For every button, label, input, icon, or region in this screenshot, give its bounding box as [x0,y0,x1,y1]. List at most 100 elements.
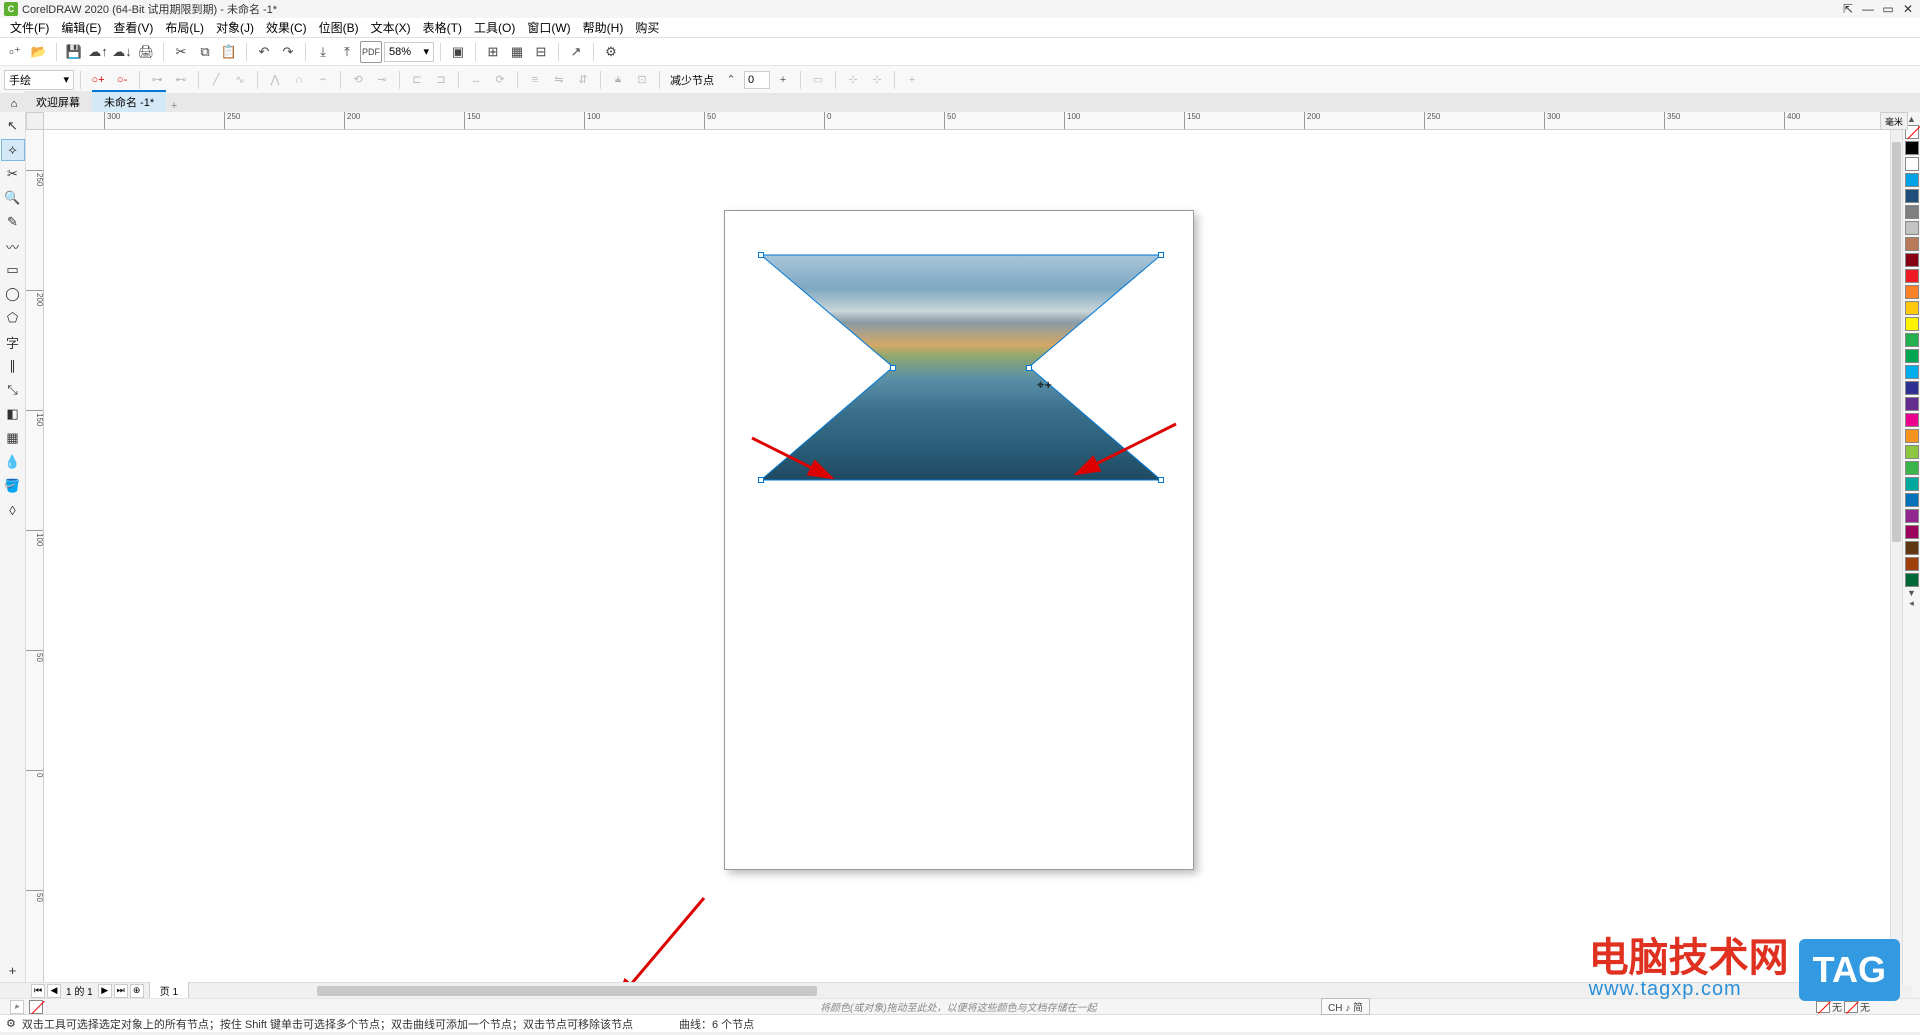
node-handle[interactable] [890,365,896,371]
parallel-dim-tool[interactable]: ∥ [1,355,25,377]
menu-layout[interactable]: 布局(L) [159,17,210,38]
menu-window[interactable]: 窗口(W) [521,17,576,38]
color-swatch[interactable] [1905,541,1919,555]
smooth-node-icon[interactable]: ∩ [288,69,310,91]
text-tool[interactable]: 字 [1,331,25,353]
palette-expand-icon[interactable]: ◂ [1905,598,1919,608]
node-handle[interactable] [1026,365,1032,371]
hscroll-thumb[interactable] [317,986,817,996]
color-swatch[interactable] [1905,573,1919,587]
color-swatch[interactable] [1905,237,1919,251]
horizontal-ruler[interactable]: 300 250 200 150 100 50 0 50 100 150 200 … [44,112,1890,130]
close-curve-icon[interactable]: ⊐ [430,69,452,91]
color-swatch[interactable] [1905,381,1919,395]
node-handle[interactable] [758,252,764,258]
status-gear-icon[interactable]: ⚙ [6,1017,16,1030]
nav-first-icon[interactable]: ⏮ [31,984,45,998]
ruler-origin[interactable] [26,112,44,130]
color-swatch[interactable] [1905,349,1919,363]
pdf-export-icon[interactable]: PDF [360,41,382,63]
node-handle[interactable] [1158,252,1164,258]
color-swatch[interactable] [1905,141,1919,155]
nav-last-icon[interactable]: ⏭ [114,984,128,998]
polygon-tool[interactable]: ⬠ [1,307,25,329]
export-button[interactable]: ⤒ [336,41,358,63]
menu-edit[interactable]: 编辑(E) [55,17,107,38]
drop-shadow-tool[interactable]: ◧ [1,403,25,425]
color-swatch[interactable] [1905,157,1919,171]
cut-button[interactable]: ✂ [170,41,192,63]
grid-icon[interactable]: ▦ [506,41,528,63]
artistic-media-tool[interactable]: 〰 [1,235,25,257]
color-swatch[interactable] [1905,413,1919,427]
break-node-icon[interactable]: ⊷ [170,69,192,91]
cloud-down-icon[interactable]: ☁↓ [111,41,133,63]
color-swatch[interactable] [1905,301,1919,315]
color-swatch[interactable] [1905,221,1919,235]
fill-tool[interactable]: 🪣 [1,475,25,497]
color-swatch[interactable] [1905,509,1919,523]
open-button[interactable]: 📂 [28,41,50,63]
outline-tool[interactable]: ◊ [1,499,25,521]
color-swatch[interactable] [1905,429,1919,443]
reflect-v-icon[interactable]: ⇵ [572,69,594,91]
elastic-mode-icon[interactable]: ⫨ [607,69,629,91]
menu-bitmap[interactable]: 位图(B) [313,17,365,38]
pick-tool[interactable]: ↖ [1,115,25,137]
scrollbar-thumb[interactable] [1892,142,1901,542]
color-swatch[interactable] [1905,365,1919,379]
zoom-dropdown[interactable]: 58%▾ [384,42,434,62]
add-node-icon[interactable]: ○+ [87,69,109,91]
home-tab[interactable]: ⌂ [4,95,24,112]
symmetric-node-icon[interactable]: ⌢ [312,69,334,91]
add-tab-button[interactable]: + [166,100,182,112]
rotate-nodes-icon[interactable]: ⟳ [489,69,511,91]
maximize-button[interactable]: ▭ [1880,2,1896,16]
node-handle[interactable] [1158,477,1164,483]
launch-icon[interactable]: ↗ [565,41,587,63]
close-button[interactable]: ✕ [1900,2,1916,16]
smoothness-input[interactable] [744,71,770,89]
redo-button[interactable]: ↷ [277,41,299,63]
color-swatch[interactable] [1905,557,1919,571]
curve-smoothness-icon[interactable]: ⌃ [720,69,742,91]
join-nodes-icon[interactable]: ⊶ [146,69,168,91]
color-swatch[interactable] [1905,333,1919,347]
color-swatch[interactable] [1905,205,1919,219]
menu-tools[interactable]: 工具(O) [468,17,521,38]
share-icon[interactable]: ⇱ [1840,2,1856,16]
print-button[interactable]: 🖨 [135,41,157,63]
color-swatch[interactable] [1905,189,1919,203]
reverse-icon[interactable]: ⟲ [347,69,369,91]
to-curve-icon[interactable]: ∿ [229,69,251,91]
color-swatch[interactable] [1905,477,1919,491]
align-nodes-icon[interactable]: ≡ [524,69,546,91]
menu-view[interactable]: 查看(V) [107,17,159,38]
fill-swatch-icon[interactable] [1816,1001,1830,1013]
ellipse-tool[interactable]: ◯ [1,283,25,305]
freehand-mode-dropdown[interactable]: 手绘▾ [4,70,74,90]
color-swatch[interactable] [1905,173,1919,187]
docpal-none-swatch[interactable] [29,1000,43,1014]
menu-effect[interactable]: 效果(C) [260,17,313,38]
horizontal-scrollbar[interactable] [197,985,1912,997]
import-button[interactable]: ⤓ [312,41,334,63]
vertical-ruler[interactable]: 250 200 150 100 50 0 50 [26,130,44,982]
welcome-tab[interactable]: 欢迎屏幕 [24,91,92,112]
menu-text[interactable]: 文本(X) [365,17,417,38]
shape-tool[interactable]: ⟡ [1,139,25,161]
color-swatch[interactable] [1905,525,1919,539]
options3-icon[interactable]: ⊹ [866,69,888,91]
reflect-h-icon[interactable]: ⇋ [548,69,570,91]
quick-customize-icon[interactable]: + [1,959,25,981]
node-handle[interactable] [758,477,764,483]
rectangle-tool[interactable]: ▭ [1,259,25,281]
palette-down-icon[interactable]: ▼ [1905,588,1919,598]
color-swatch[interactable] [1905,253,1919,267]
save-button[interactable]: 💾 [63,41,85,63]
cloud-up-icon[interactable]: ☁↑ [87,41,109,63]
bbox-icon[interactable]: ▭ [807,69,829,91]
to-line-icon[interactable]: ╱ [205,69,227,91]
snap-icon[interactable]: ⊞ [482,41,504,63]
canvas[interactable]: ⌖+ [44,130,1890,982]
